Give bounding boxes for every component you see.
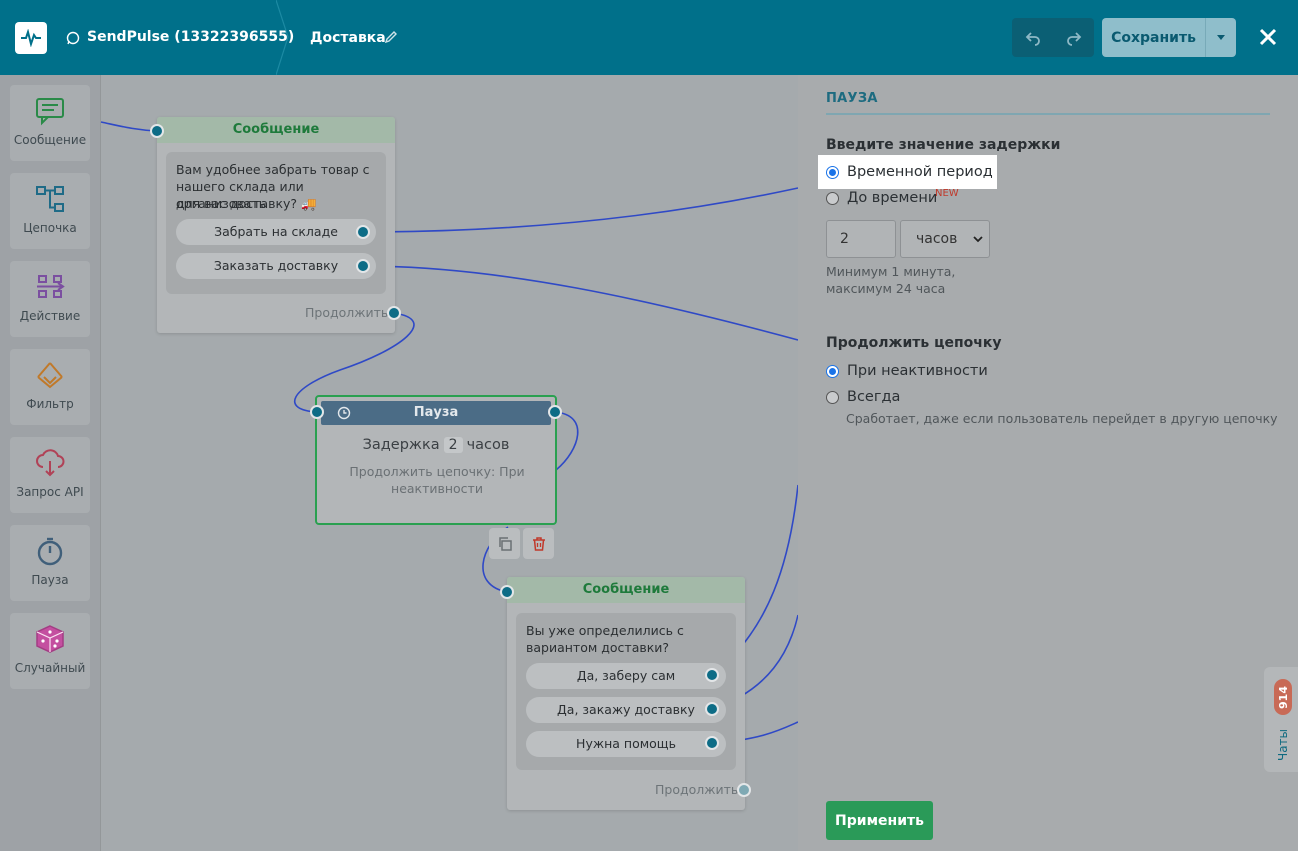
palette-item-action[interactable]: Действие: [10, 261, 90, 337]
palette-item-label: Цепочка: [23, 221, 77, 235]
delay-summary: Задержка 2 часов: [317, 437, 555, 453]
quick-reply-button[interactable]: Нужна помощь: [526, 731, 726, 757]
chats-label-wrap: Чаты: [1268, 725, 1298, 765]
dice-icon: [36, 625, 64, 653]
palette-item-label: Действие: [19, 309, 81, 323]
palette-item-label: Случайный: [14, 661, 86, 675]
panel-divider: [826, 113, 1270, 115]
delay-option-period[interactable]: Временной период: [826, 161, 993, 183]
quick-reply-button[interactable]: Да, заберу сам: [526, 663, 726, 689]
message-text-line: Вам удобнее забрать товар с: [176, 162, 370, 177]
quick-reply-button[interactable]: Забрать на складе: [176, 219, 376, 245]
api-icon: [36, 449, 65, 477]
radio-button[interactable]: [826, 191, 839, 205]
message-text-line: вариантом доставки?: [526, 640, 670, 655]
save-dropdown-button[interactable]: [1205, 18, 1236, 57]
continue-port[interactable]: [737, 783, 751, 797]
filter-icon: [37, 362, 63, 389]
bot-name[interactable]: SendPulse (13322396555): [87, 29, 294, 45]
top-bar: SendPulse (13322396555) Доставка Сохрани…: [0, 0, 1298, 75]
undo-button[interactable]: [1012, 18, 1053, 57]
palette-item-label: Сообщение: [13, 133, 87, 147]
undo-icon: [1025, 31, 1040, 46]
message-node[interactable]: Сообщение Вы уже определились с варианто…: [507, 577, 745, 810]
output-port[interactable]: [705, 736, 719, 750]
quick-reply-button[interactable]: Заказать доставку: [176, 253, 376, 279]
message-bubble: Вы уже определились с вариантом доставки…: [516, 613, 736, 770]
node-title: Сообщение: [507, 577, 745, 603]
palette-item-label: Фильтр: [26, 397, 74, 411]
clock-icon: [337, 406, 351, 420]
input-port[interactable]: [310, 405, 324, 419]
sendpulse-logo[interactable]: [15, 22, 47, 54]
summary-line: неактивности: [391, 481, 483, 496]
redo-icon: [1066, 31, 1081, 46]
output-port[interactable]: [356, 225, 370, 239]
continue-mode-summary: Продолжить цепочку: При неактивности: [337, 463, 537, 497]
palette-item-label: Запрос API: [16, 485, 84, 499]
summary-line: Продолжить цепочку: При: [349, 464, 525, 479]
stopwatch-icon: [37, 537, 63, 566]
delay-option-until-time[interactable]: До времени: [826, 187, 937, 209]
option-label: Временной период: [847, 164, 993, 180]
continue-label: Продолжить: [655, 782, 739, 797]
breadcrumb-separator: [276, 0, 289, 75]
new-badge: NEW: [935, 188, 959, 199]
close-button[interactable]: [1256, 24, 1280, 50]
output-port[interactable]: [705, 668, 719, 682]
action-icon: [37, 275, 65, 298]
chain-icon: [36, 186, 64, 212]
flow-name[interactable]: Доставка: [310, 30, 386, 46]
input-port[interactable]: [150, 124, 164, 138]
whatsapp-icon: [66, 31, 80, 45]
output-port[interactable]: [705, 702, 719, 716]
chats-label: Чаты: [1276, 728, 1291, 762]
output-port[interactable]: [356, 259, 370, 273]
copy-icon: [498, 536, 512, 551]
delay-section-label: Введите значение задержки: [826, 137, 1061, 153]
pause-node[interactable]: Пауза Задержка 2 часов Продолжить цепочку:…: [315, 395, 557, 525]
duplicate-node-button[interactable]: [489, 528, 520, 559]
delete-node-button[interactable]: [523, 528, 554, 559]
continue-port[interactable]: [387, 306, 401, 320]
message-bubble: Вам удобнее забрать товар с нашего склад…: [166, 152, 386, 294]
input-port[interactable]: [500, 585, 514, 599]
redo-button[interactable]: [1053, 18, 1094, 57]
caret-down-icon: [1217, 34, 1225, 40]
option-label: До времени: [847, 190, 938, 206]
pencil-icon[interactable]: [384, 30, 398, 44]
delay-value: 2: [443, 437, 463, 453]
trash-icon: [532, 536, 545, 551]
palette-item-chain[interactable]: Цепочка: [10, 173, 90, 249]
pause-title: Пауза: [413, 405, 459, 420]
save-button[interactable]: Сохранить: [1102, 18, 1205, 57]
quick-reply-button[interactable]: Да, закажу доставку: [526, 697, 726, 723]
close-icon: [1259, 28, 1277, 46]
block-palette: Сообщение Цепочка Действие Фильтр Запрос…: [0, 75, 101, 851]
node-title: Пауза: [321, 401, 551, 425]
delay-prefix: Задержка: [362, 437, 440, 453]
message-icon: [36, 98, 64, 126]
message-text-line: для вас доставку? 🚚: [176, 196, 317, 211]
chats-count: 914: [1276, 685, 1290, 709]
palette-item-label: Пауза: [31, 573, 69, 587]
palette-item-pause[interactable]: Пауза: [10, 525, 90, 601]
output-port[interactable]: [548, 405, 562, 419]
palette-item-random[interactable]: Случайный: [10, 613, 90, 689]
node-title: Сообщение: [157, 117, 395, 143]
panel-title: ПАУЗА: [826, 91, 878, 106]
palette-item-filter[interactable]: Фильтр: [10, 349, 90, 425]
palette-item-message[interactable]: Сообщение: [10, 85, 90, 161]
chats-tab[interactable]: 914 Чаты: [1264, 667, 1298, 772]
message-text-line: Вы уже определились с: [526, 623, 684, 638]
chats-count-badge: 914: [1274, 679, 1292, 715]
delay-unit: часов: [466, 437, 510, 453]
history-controls: [1012, 18, 1094, 57]
continue-label: Продолжить: [305, 305, 389, 320]
radio-button[interactable]: [826, 165, 839, 179]
palette-item-api-request[interactable]: Запрос API: [10, 437, 90, 513]
